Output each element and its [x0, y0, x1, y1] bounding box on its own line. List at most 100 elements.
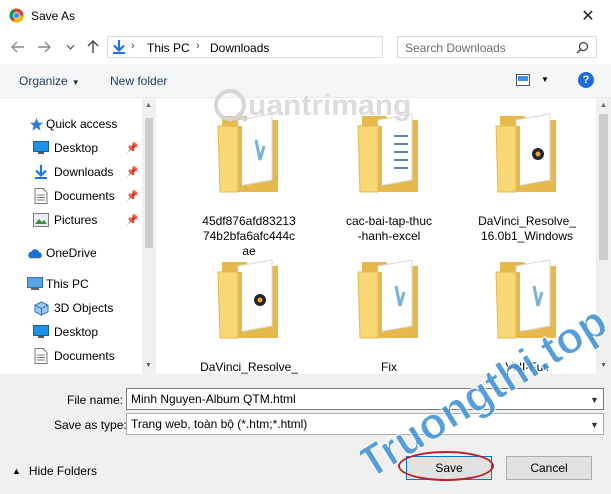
- scroll-down-icon[interactable]: ▼: [145, 362, 152, 369]
- breadcrumb-separator: ›: [196, 40, 200, 52]
- sidebar-item-label: Desktop: [54, 141, 99, 155]
- search-input[interactable]: Search Downloads: [405, 41, 506, 55]
- cube-icon: [33, 300, 49, 316]
- sidebar-item-downloads[interactable]: Downloads 📌: [0, 161, 142, 183]
- back-button[interactable]: [10, 39, 26, 55]
- sidebar-item-label: 3D Objects: [54, 301, 114, 315]
- organize-menu[interactable]: Organize ▼: [19, 74, 80, 88]
- folder-item[interactable]: DaVinci_Resolve_ 16.0b1_Windows: [462, 110, 592, 250]
- folder-item[interactable]: VNI-Full: [462, 256, 592, 374]
- up-button[interactable]: [85, 39, 101, 55]
- close-button[interactable]: ✕: [570, 4, 606, 28]
- hide-folders-label: Hide Folders: [28, 464, 97, 478]
- sidebar-scroll-thumb[interactable]: [145, 118, 153, 248]
- sidebar-item-documents[interactable]: Documents 📌: [0, 185, 142, 207]
- sidebar-item-label: Desktop: [54, 325, 99, 339]
- save-highlight-ellipse: [398, 451, 494, 481]
- sidebar-item-this-pc[interactable]: This PC: [0, 273, 142, 295]
- folder-icon: [217, 259, 278, 339]
- search-box[interactable]: Search Downloads: [397, 36, 597, 58]
- sidebar-item-documents-pc[interactable]: Documents: [0, 345, 142, 367]
- address-bar[interactable]: › This PC › Downloads: [107, 36, 484, 58]
- new-folder-button[interactable]: New folder: [110, 74, 167, 88]
- cancel-button[interactable]: Cancel: [506, 456, 592, 480]
- file-list: 45df876afd83213 74b2bfa6afc444c ae cac-bai-…: [156, 98, 596, 374]
- help-button[interactable]: ?: [578, 72, 594, 88]
- desktop-icon: [33, 324, 49, 340]
- downloads-location-icon: [113, 40, 125, 54]
- caret-up-icon: ▲: [12, 466, 21, 476]
- folder-icon: [495, 259, 556, 339]
- back-arrow-icon: [11, 41, 24, 53]
- folder-icon: [357, 113, 418, 193]
- window-title: Save As: [31, 9, 76, 23]
- sidebar-scrollbar[interactable]: ▲ ▼: [142, 98, 156, 374]
- folder-name: DaVinci_Resolve_ 16.0b1_Windows: [478, 214, 576, 243]
- forward-arrow-icon: [38, 41, 51, 53]
- organize-label: Organize: [19, 74, 68, 88]
- recent-locations-button[interactable]: [62, 39, 78, 55]
- folder-name: FixLoiFullDisk1001: [381, 360, 397, 374]
- breadcrumb-downloads[interactable]: Downloads: [210, 41, 269, 55]
- sidebar-item-desktop-pc[interactable]: Desktop: [0, 321, 142, 343]
- sidebar-item-onedrive[interactable]: OneDrive: [0, 242, 142, 264]
- sidebar-item-label: Documents: [54, 349, 115, 363]
- pin-icon: 📌: [126, 214, 139, 226]
- breadcrumb-separator: ›: [131, 40, 135, 52]
- up-arrow-icon: [87, 40, 99, 53]
- scroll-up-icon[interactable]: ▲: [145, 102, 152, 109]
- search-icon: [576, 41, 589, 54]
- hide-folders-toggle[interactable]: ▲ Hide Folders: [12, 464, 97, 478]
- sidebar-item-pictures[interactable]: Pictures 📌: [0, 209, 142, 231]
- chrome-icon: [9, 8, 24, 23]
- folder-icon: [495, 113, 556, 193]
- folder-name: cac-bai-tap-thuc -hanh-excel: [345, 214, 433, 243]
- caret-down-icon: ▼: [71, 78, 80, 87]
- forward-button[interactable]: [36, 39, 52, 55]
- help-icon: ?: [582, 74, 590, 86]
- breadcrumb-this-pc[interactable]: This PC: [147, 41, 190, 55]
- download-icon: [33, 164, 49, 180]
- sidebar-item-quick-access[interactable]: Quick access: [0, 113, 142, 135]
- computer-icon: [27, 276, 43, 292]
- sidebar-item-label: Quick access: [46, 117, 118, 131]
- folder-icon: [357, 259, 418, 339]
- chevron-down-icon[interactable]: ▼: [590, 395, 599, 405]
- pin-icon: 📌: [126, 142, 139, 154]
- sidebar-item-label: Pictures: [54, 213, 98, 227]
- chevron-down-icon: [66, 44, 74, 50]
- scroll-down-icon[interactable]: ▼: [600, 362, 607, 369]
- content-scrollbar[interactable]: ▲ ▼: [596, 98, 611, 374]
- title-bar: Save As ✕: [0, 0, 611, 32]
- pin-icon: 📌: [126, 166, 139, 178]
- view-options-caret-icon[interactable]: ▼: [541, 75, 549, 84]
- scroll-up-icon[interactable]: ▲: [600, 102, 607, 109]
- folder-item[interactable]: cac-bai-tap-thuc -hanh-excel: [324, 110, 454, 250]
- folder-item[interactable]: FixLoiFullDisk1001: [324, 256, 454, 374]
- star-icon: [28, 116, 44, 132]
- documents-icon: [33, 348, 49, 364]
- sidebar-item-desktop[interactable]: Desktop 📌: [0, 137, 142, 159]
- sidebar-item-label: Downloads: [54, 165, 114, 179]
- sidebar-item-label: Documents: [54, 189, 115, 203]
- sidebar-item-3d-objects[interactable]: 3D Objects: [0, 297, 142, 319]
- sidebar-item-label: This PC: [46, 277, 89, 291]
- folder-name: VNI-Full: [505, 360, 549, 374]
- save-as-type-select[interactable]: Trang web, toàn bộ (*.htm;*.html): [126, 413, 604, 435]
- folder-item[interactable]: 45df876afd83213 74b2bfa6afc444c ae: [184, 110, 314, 258]
- pin-icon: 📌: [126, 190, 139, 202]
- folder-name: DaVinci_Resolve_Studio_16.0b1_Wi: [200, 360, 298, 374]
- change-view-icon[interactable]: [516, 74, 530, 86]
- file-name-input[interactable]: Minh Nguyen-Album QTM.html: [126, 388, 604, 410]
- content-scroll-thumb[interactable]: [599, 114, 608, 260]
- folder-name: 45df876afd83213 74b2bfa6afc444c ae: [202, 214, 296, 258]
- folder-item[interactable]: DaVinci_Resolve_Studio_16.0b1_Wi: [184, 256, 314, 374]
- close-icon: ✕: [581, 8, 595, 25]
- save-as-type-label: Save as type:: [54, 418, 127, 432]
- save-form: File name: Minh Nguyen-Album QTM.html ▼ …: [0, 374, 611, 494]
- desktop-icon: [33, 140, 49, 156]
- chevron-down-icon[interactable]: ▼: [590, 420, 599, 430]
- folder-icon: [217, 113, 278, 193]
- file-name-label: File name:: [67, 393, 124, 407]
- command-bar: Organize ▼ New folder ▼ ?: [0, 64, 611, 98]
